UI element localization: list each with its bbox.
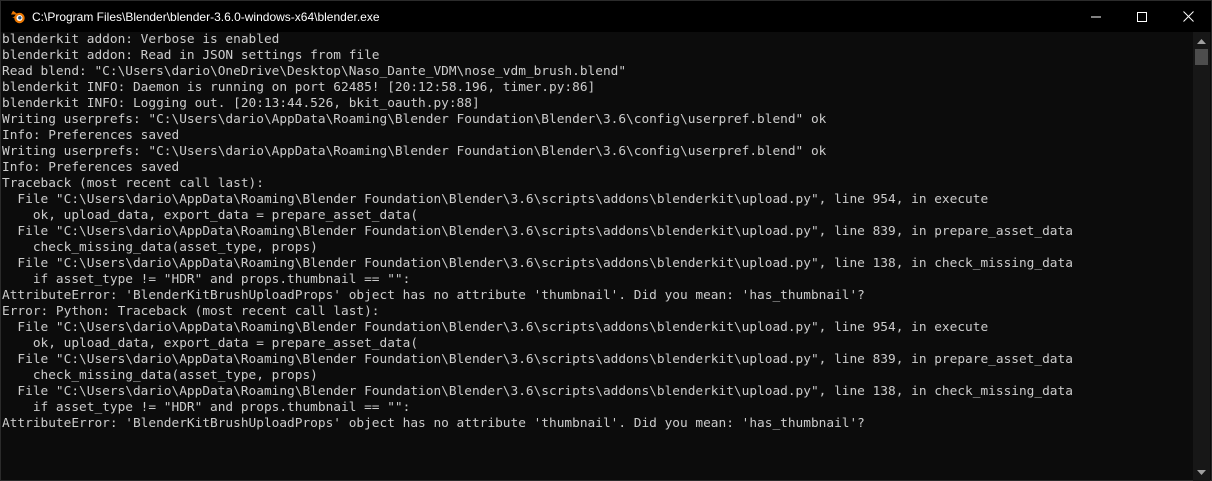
console-line: File "C:\Users\dario\AppData\Roaming\Ble… [2,256,1073,271]
console-line: Info: Preferences saved [2,128,180,143]
scrollbar-thumb[interactable] [1195,49,1208,65]
console-line: if asset_type != "HDR" and props.thumbna… [2,400,411,415]
close-icon [1182,11,1194,22]
console-line: blenderkit addon: Read in JSON settings … [2,48,380,63]
console-window: C:\Program Files\Blender\blender-3.6.0-w… [0,0,1212,481]
scroll-down-button[interactable] [1193,464,1210,481]
console-line: blenderkit INFO: Logging out. [20:13:44.… [2,96,480,111]
scroll-up-button[interactable] [1193,32,1210,49]
console-line: blenderkit addon: Verbose is enabled [2,32,280,47]
console-line: Writing userprefs: "C:\Users\dario\AppDa… [2,144,827,159]
title-bar[interactable]: C:\Program Files\Blender\blender-3.6.0-w… [1,1,1211,32]
console-line: AttributeError: 'BlenderKitBrushUploadPr… [2,416,865,431]
console-line: Traceback (most recent call last): [2,176,264,191]
console-line: File "C:\Users\dario\AppData\Roaming\Ble… [2,352,1073,367]
console-line: check_missing_data(asset_type, props) [2,368,318,383]
console-line: Error: Python: Traceback (most recent ca… [2,304,380,319]
console-line: File "C:\Users\dario\AppData\Roaming\Ble… [2,192,989,207]
blender-logo-icon [10,9,26,25]
window-title: C:\Program Files\Blender\blender-3.6.0-w… [32,9,380,24]
console-line: check_missing_data(asset_type, props) [2,240,318,255]
console-line: File "C:\Users\dario\AppData\Roaming\Ble… [2,224,1073,239]
minimize-icon [1091,16,1101,17]
close-button[interactable] [1165,1,1211,32]
console-line: File "C:\Users\dario\AppData\Roaming\Ble… [2,384,1073,399]
console-line: Read blend: "C:\Users\dario\OneDrive\Des… [2,64,627,79]
console-line: File "C:\Users\dario\AppData\Roaming\Ble… [2,320,989,335]
window-controls [1073,1,1211,32]
maximize-button[interactable] [1119,1,1165,32]
console-line: blenderkit INFO: Daemon is running on po… [2,80,596,95]
console-output[interactable]: blenderkit addon: Verbose is enabled blen… [2,32,1195,481]
scroll-down-arrow-icon [1197,469,1206,475]
minimize-button[interactable] [1073,1,1119,32]
console-line: ok, upload_data, export_data = prepare_a… [2,208,419,223]
console-line: if asset_type != "HDR" and props.thumbna… [2,272,411,287]
console-line: Writing userprefs: "C:\Users\dario\AppDa… [2,112,827,127]
scroll-up-arrow-icon [1197,38,1206,44]
vertical-scrollbar[interactable] [1193,32,1210,481]
maximize-icon [1137,11,1147,22]
console-line: Info: Preferences saved [2,160,180,175]
console-line: ok, upload_data, export_data = prepare_a… [2,336,419,351]
console-line: AttributeError: 'BlenderKitBrushUploadPr… [2,288,865,303]
